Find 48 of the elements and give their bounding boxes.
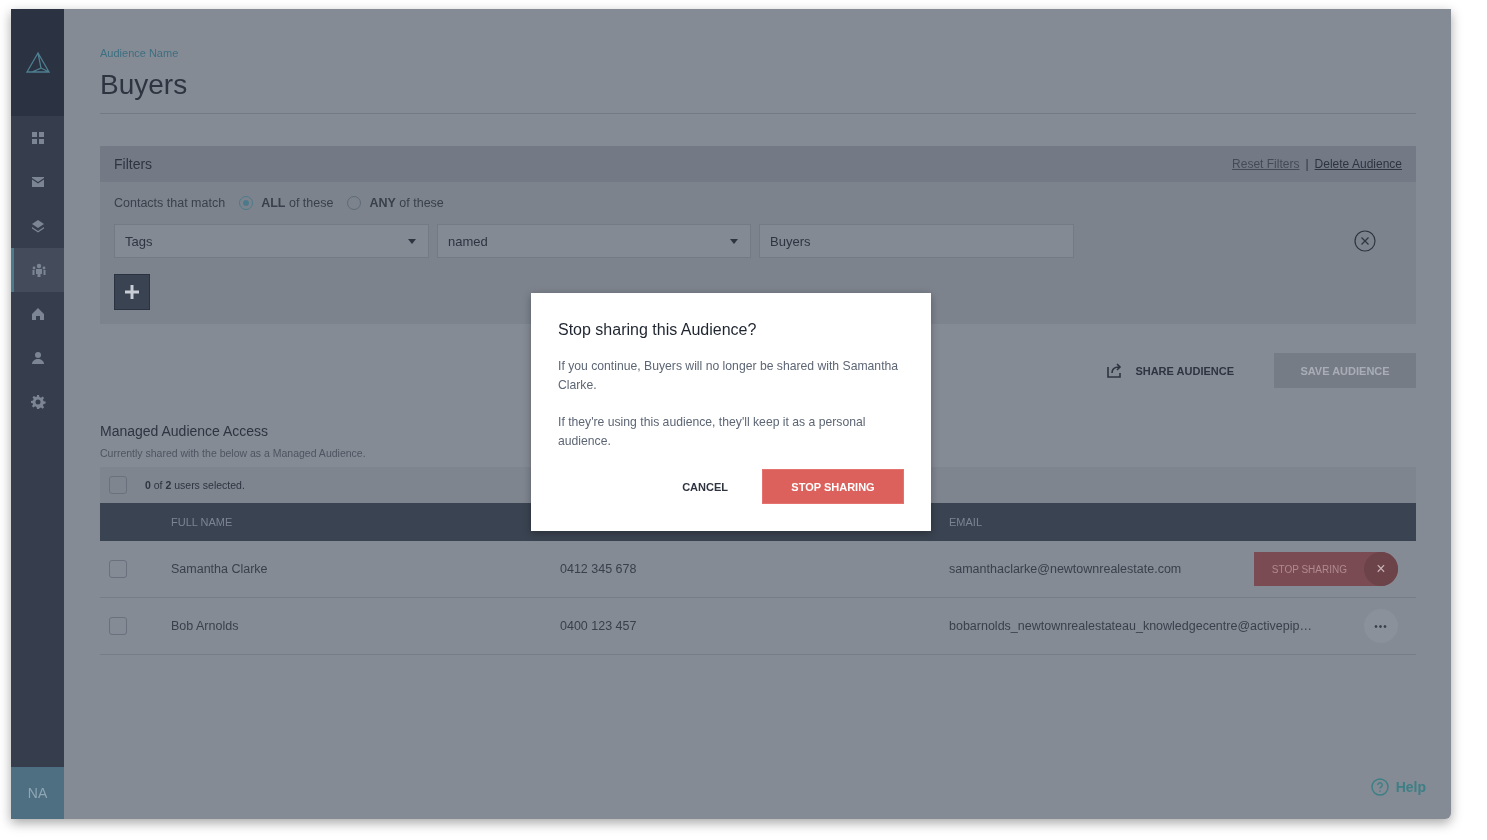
user-avatar[interactable]: NA (11, 767, 64, 819)
gear-icon (29, 394, 46, 410)
layers-icon (29, 218, 46, 234)
nav-item[interactable] (11, 248, 64, 292)
dialog-text: If they're using this audience, they'll keep it as a personal audience. (558, 414, 867, 450)
table-cell-text: Samantha Clarke (171, 562, 269, 576)
radio-label[interactable]: ALL of these (261, 196, 334, 210)
match-label: Contacts that match (114, 196, 226, 210)
field-label: Audience Name (100, 47, 180, 59)
add-filter-button[interactable] (114, 274, 150, 310)
remove-icon[interactable] (1354, 230, 1376, 252)
caret-icon (408, 238, 416, 244)
field-dropdown[interactable]: Tags (114, 224, 429, 258)
dialog-title: Stop sharing this Audience? (558, 321, 758, 339)
column-header: EMAIL (949, 516, 983, 528)
more-button[interactable]: ••• (1364, 609, 1398, 643)
table-cell-text: 0400 123 457 (560, 619, 638, 633)
stop-sharing-button[interactable]: STOP SHARING (762, 469, 904, 504)
stop-sharing-button[interactable]: STOP SHARING × (1253, 552, 1398, 586)
people-icon (31, 262, 47, 278)
table-cell: samanthaclarke@newtownrealestate.com (949, 562, 1182, 576)
panel-title: Filters (114, 156, 153, 172)
column-header: FULL NAME (171, 516, 234, 528)
home-icon (29, 306, 46, 322)
close-button[interactable]: × (1364, 552, 1398, 586)
plus-icon (125, 285, 139, 299)
table-cell: bobarnolds_newtownrealestateau_knowledgecentre@activepip… (949, 619, 1312, 633)
share-icon (1107, 363, 1124, 378)
separator: | (1305, 157, 1309, 171)
help-icon (1370, 778, 1389, 796)
value-field[interactable]: Buyers (759, 224, 1074, 258)
cancel-button[interactable]: CANCEL (676, 479, 734, 494)
mail-icon (29, 174, 46, 190)
table-cell-text: 0412 345 678 (560, 562, 638, 576)
selection-summary: 0 of 2 users selected. (145, 479, 245, 491)
share-audience-button[interactable]: SHARE AUDIENCE (1107, 363, 1234, 378)
audience-title: Buyers (100, 69, 1416, 114)
delete-audience-link[interactable]: Delete Audience (1314, 157, 1402, 171)
radio-label[interactable]: ANY of these (369, 196, 444, 210)
grid-icon (29, 130, 46, 146)
logo-icon (25, 51, 50, 74)
operator-dropdown[interactable]: named (437, 224, 751, 258)
row-checkbox[interactable] (109, 560, 127, 578)
person-icon (29, 350, 46, 366)
row-checkbox[interactable] (109, 617, 127, 635)
table-cell-text: Bob Arnolds (171, 619, 240, 633)
caret-icon (730, 238, 738, 244)
dialog-text: If you continue, Buyers will no longer be shared with Samantha Clarke. (558, 358, 900, 394)
